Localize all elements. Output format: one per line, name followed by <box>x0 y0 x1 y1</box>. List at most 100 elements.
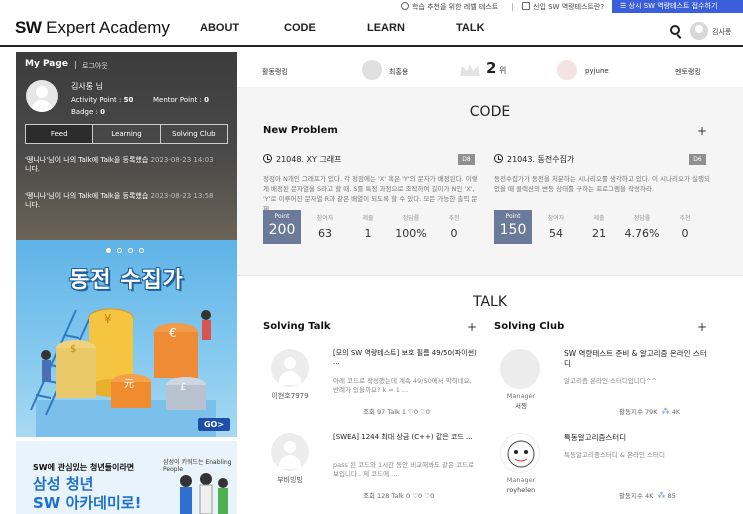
stat: 제출 1 <box>362 215 374 240</box>
plus-icon[interactable]: + <box>697 124 707 138</box>
section-title: CODE <box>469 104 511 120</box>
stat: 추천 0 <box>679 215 691 240</box>
avatar <box>271 349 309 387</box>
feed-item[interactable]: '뗑니나'님이 나의 Talk에 Talk을 등록했습 2023-08-23 1… <box>25 192 235 210</box>
club-item[interactable]: Manager 서찡 SW 역량테스트 준비 & 알고리즘 온라인 스터디 알고리… <box>494 349 714 419</box>
code-section: CODE New Problem + 21048. XY 그래프 D8 정정아 … <box>237 88 743 276</box>
svg-text:$: $ <box>70 344 76 355</box>
main-header: SW Expert Academy ABOUT CODE LEARN TALK … <box>0 14 743 47</box>
mentor-ranking-link[interactable]: 멘토랭킹 <box>675 67 701 77</box>
banner-subtitle: SW에 관심있는 청년들이라면 <box>33 463 135 472</box>
point-box: Point 200 <box>263 210 301 244</box>
tab-learning[interactable]: Learning <box>93 125 161 143</box>
group-icon: ⁂ <box>661 407 670 416</box>
go-button[interactable]: GO> <box>198 418 230 431</box>
banner-headline: 삼성 청년 SW 아카데미로! <box>33 475 142 512</box>
ranking-bar: 활동랭킹 최홍용 2 위 pyjune 멘토랭킹 <box>237 52 743 88</box>
talk-meta: 조회 128 Talk 0 ♡0 ♡0 <box>363 492 435 500</box>
coin-collector-banner[interactable]: 동전 수집가 ¥ $ € 元 £ GO> <box>16 240 237 437</box>
mypage-title[interactable]: My Page <box>25 59 68 69</box>
carousel-dot[interactable] <box>128 248 133 253</box>
ranking-user[interactable]: pyjune <box>585 67 609 75</box>
activity-ranking-link[interactable]: 활동랭킹 <box>262 67 288 77</box>
talk-section: TALK Solving Talk + Solving Club + 이현호79… <box>237 276 743 514</box>
avatar <box>362 60 382 80</box>
stat: 참여자 54 <box>547 215 565 240</box>
ssafy-banner[interactable]: 삼성이 키워드는 Enabling People SW에 관심있는 청년들이라면… <box>16 441 237 514</box>
tab-feed[interactable]: Feed <box>26 125 94 143</box>
ranking-user[interactable]: 최홍용 <box>389 67 408 77</box>
carousel-dot[interactable] <box>117 248 122 253</box>
plus-icon[interactable]: + <box>697 320 707 334</box>
club-manager: Manager 서찡 <box>506 392 536 410</box>
logo[interactable]: SW Expert Academy <box>15 18 170 38</box>
talk-user[interactable]: 이현호7979 <box>263 391 317 401</box>
svg-text:€: € <box>169 326 177 340</box>
problem-stats: Point 200 참여자 63 제출 1 정답률 100% 추천 0 <box>263 210 481 244</box>
talk-item[interactable]: 부비빙빙 [SWEA] 1244 최대 상금 (C++) 같은 코드 ... p… <box>263 433 483 503</box>
solving-club-heading: Solving Club <box>494 321 565 332</box>
coin-stack-illustration: ¥ $ € 元 £ <box>30 308 216 437</box>
nav-code[interactable]: CODE <box>284 22 316 34</box>
avatar[interactable] <box>690 22 708 40</box>
carousel-dot[interactable] <box>106 248 111 253</box>
club-title[interactable]: 특동알고리즘스터디 <box>564 433 709 443</box>
profile-avatar <box>26 80 58 112</box>
club-title[interactable]: SW 역량테스트 준비 & 알고리즘 온라인 스터디 <box>564 349 709 369</box>
club-description: 알고리즘 온라인 스터디입니다^^ <box>564 377 657 385</box>
section-title: TALK <box>472 294 508 310</box>
svg-text:£: £ <box>180 382 186 393</box>
club-meta: 활동지수 79K ⁂ 4K <box>619 407 681 416</box>
search-icon[interactable] <box>670 25 680 35</box>
problem-title[interactable]: 21043. 동전수집가 <box>494 154 574 165</box>
club-meta: 활동지수 4K ⁂ 85 <box>619 491 676 500</box>
nav-talk[interactable]: TALK <box>456 22 485 34</box>
point-box: Point 150 <box>494 210 532 244</box>
rank-unit: 위 <box>499 66 507 75</box>
logout-link[interactable]: 로그아웃 <box>82 61 108 71</box>
tab-solving-club[interactable]: Solving Club <box>161 125 227 143</box>
check-circle-icon <box>401 2 409 10</box>
carousel-dot[interactable] <box>139 248 144 253</box>
what-is-test-link[interactable]: 신입 SW 역량테스트란? <box>522 0 604 14</box>
divider <box>75 61 76 69</box>
apply-test-button[interactable]: ☰ 상시 SW 역량테스트 접수하기 <box>612 0 743 13</box>
talk-meta: 조회 97 Talk 1 ♡0 ♡0 <box>363 408 431 416</box>
stat: 정답률 100% <box>395 215 427 240</box>
mypage-tabs: Feed Learning Solving Club <box>25 124 228 144</box>
avatar <box>271 433 309 471</box>
utility-bar: 학습 추천을 위한 레벨 테스트 신입 SW 역량테스트란? ☰ 상시 SW 역… <box>0 0 743 14</box>
nav-learn[interactable]: LEARN <box>367 22 405 34</box>
carousel-dots <box>106 248 144 253</box>
talk-title[interactable]: [SWEA] 1244 최대 상금 (C++) 같은 코드 ... <box>333 433 478 442</box>
username[interactable]: 김사롱 <box>712 27 731 37</box>
talk-body: pass 된 코드와 1시간 동안 비교해봐도 같은 코드로 보입니다.. 제 … <box>333 461 475 478</box>
svg-text:¥: ¥ <box>104 312 112 326</box>
crown-icon <box>460 64 480 76</box>
clock-icon <box>263 154 272 163</box>
monitor-icon <box>522 2 530 10</box>
activity-point: Activity Point : 50 <box>71 96 134 104</box>
divider <box>512 3 513 11</box>
new-problem-heading: New Problem <box>263 125 338 136</box>
problem-stats: Point 150 참여자 54 제출 21 정답률 4.76% 추천 0 <box>494 210 712 244</box>
profile-name: 김사롱 님 <box>71 82 103 91</box>
avatar <box>500 349 540 389</box>
talk-item[interactable]: 이현호7979 [모의 SW 역량테스트] 보호 필름 49/50(파이썬) .… <box>263 349 483 419</box>
club-mascot-icon <box>507 440 535 468</box>
stat: 추천 0 <box>448 215 460 240</box>
feed-item[interactable]: '뗑니나'님이 나의 Talk에 Talk을 등록했습 2023-08-23 1… <box>25 156 235 174</box>
level-badge: D6 <box>689 154 706 165</box>
club-logo <box>500 433 540 473</box>
problem-title[interactable]: 21048. XY 그래프 <box>263 154 342 165</box>
talk-user[interactable]: 부비빙빙 <box>263 475 317 485</box>
level-badge: D8 <box>458 154 475 165</box>
plus-icon[interactable]: + <box>467 320 477 334</box>
stat: 제출 21 <box>592 215 606 240</box>
nav-about[interactable]: ABOUT <box>200 22 239 34</box>
talk-title[interactable]: [모의 SW 역량테스트] 보호 필름 49/50(파이썬) ... <box>333 349 478 367</box>
svg-text:元: 元 <box>124 379 134 390</box>
level-test-link[interactable]: 학습 추천을 위한 레벨 테스트 <box>401 0 498 14</box>
rank-number: 2 <box>486 59 497 77</box>
club-item[interactable]: Manager royhelen 특동알고리즘스터디 특동알고리즘스터디 & 온라… <box>494 433 714 503</box>
